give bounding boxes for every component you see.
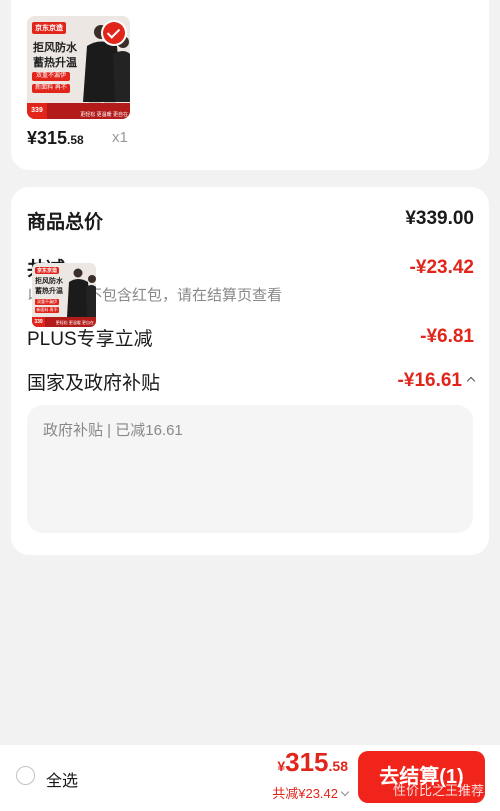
discount-value: -¥23.42 <box>409 257 474 278</box>
feature-tag: 新面料 再不 <box>35 307 59 313</box>
check-icon[interactable] <box>103 22 125 44</box>
total-value: ¥339.00 <box>405 208 474 229</box>
ad-headline: 拒风防水 蓄热升温 <box>35 278 63 295</box>
subsidy-detail-panel: 政府补贴 | 已减16.61 <box>27 405 473 533</box>
ad-headline: 拒风防水 蓄热升温 <box>33 42 77 69</box>
subsidy-value: -¥16.61 <box>397 370 462 391</box>
feature-tag: 新面料 再不 <box>32 84 70 93</box>
subsidy-toggle[interactable]: -¥16.61 <box>397 370 476 392</box>
watermark: 性价比之王推荐 <box>392 783 484 798</box>
chevron-down-icon[interactable] <box>340 787 350 797</box>
cart-total-discount: 共减¥23.42 <box>272 786 338 801</box>
ad-price-strip: 339 更轻松 更温暖 更自在 <box>32 317 96 327</box>
plus-discount-value: -¥6.81 <box>420 326 474 347</box>
chevron-up-icon[interactable] <box>466 376 476 386</box>
ad-slogan: 更轻松 更温暖 更自在 <box>80 112 128 118</box>
brand-tag: 京东京造 <box>32 22 66 34</box>
select-all-label[interactable]: 全选 <box>46 767 78 791</box>
ad-price: 339 <box>27 103 47 119</box>
product-thumbnail[interactable]: 京东京造 拒风防水 蓄热升温 双重不漏伊 新面料 再不 339 更轻松 更温暖 … <box>27 16 130 119</box>
ad-slogan: 更轻松 更温暖 更自在 <box>55 320 94 325</box>
total-label: 商品总价 <box>27 212 104 233</box>
brand-tag: 京东京造 <box>35 267 60 274</box>
select-all-checkbox[interactable] <box>16 766 35 785</box>
cart-total-price: ¥315.58 <box>277 747 348 777</box>
item-price: ¥315.58 <box>27 128 84 148</box>
ad-price: 339 <box>32 317 45 327</box>
price-summary-card: 商品总价 ¥339.00 共减 -¥23.42 以下优惠不包含红包，请在结算页查… <box>11 187 489 555</box>
ad-price-strip: 339 更轻松 更温暖 更自在 <box>27 103 130 119</box>
subsidy-label[interactable]: 国家及政府补贴 <box>27 368 160 395</box>
discount-details-toggle[interactable]: 共减¥23.42 <box>272 783 350 802</box>
subsidy-product-thumbnail[interactable]: 京东京造 拒风防水 蓄热升温 双重不漏伊 新面料 再不 339 更轻松 更温暖 … <box>32 263 96 327</box>
feature-tag: 双重不漏伊 <box>32 72 70 81</box>
item-quantity[interactable]: x1 <box>112 129 128 146</box>
plus-discount-label: PLUS专享立减 <box>27 329 153 350</box>
subsidy-panel-title: 政府补贴 | 已减16.61 <box>43 422 183 439</box>
checkout-bar: 全选 ¥315.58 共减¥23.42 去结算(1) 性价比之王推荐 <box>0 745 500 811</box>
feature-tag: 双重不漏伊 <box>35 299 59 305</box>
